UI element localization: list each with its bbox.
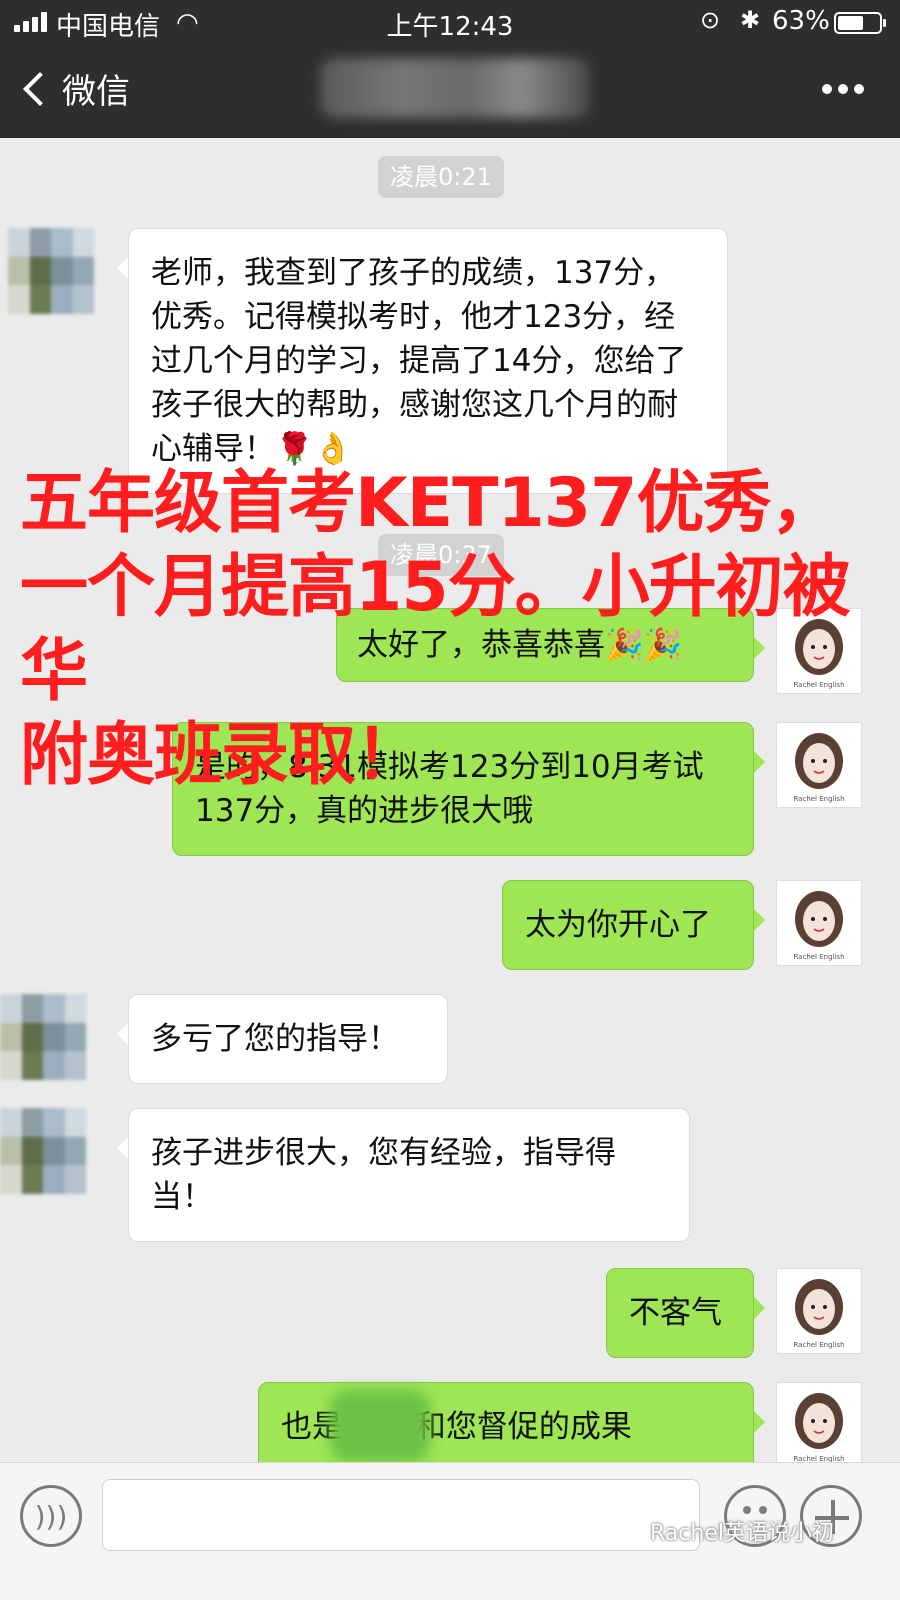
avatar[interactable] [0, 1108, 86, 1194]
nav-bar: 微信 [0, 44, 900, 138]
avatar[interactable] [0, 994, 86, 1080]
watermark: Rachel英语说小初 [650, 1521, 834, 1546]
bluetooth-icon: ✱ [740, 6, 761, 34]
teacher-avatar[interactable]: Rachel English [776, 1382, 862, 1468]
battery-icon [834, 12, 886, 34]
chat-title-blurred [320, 58, 590, 118]
message-bubble[interactable]: 太为你开心了 [502, 880, 765, 970]
status-time: 上午12:43 [386, 12, 514, 42]
teacher-avatar[interactable]: Rachel English [776, 880, 862, 966]
status-bar: 中国电信 ◠ 上午12:43 ⊙ ✱ 63% [0, 0, 900, 44]
message-bubble[interactable]: 不客气 [606, 1268, 765, 1358]
message-input[interactable] [102, 1479, 700, 1551]
avatar[interactable] [8, 228, 94, 314]
message-bubble[interactable]: 多亏了您的指导！ [117, 994, 448, 1084]
battery-percent: 63% [772, 6, 830, 36]
chevron-left-icon [23, 71, 57, 106]
message-bubble[interactable]: 孩子进步很大，您有经验，指导得当！ [117, 1108, 690, 1242]
more-icon[interactable] [822, 84, 864, 94]
overlay-caption: 五年级首考KET137优秀， 一个月提高15分。小升初被华 附奥班录取！ [20, 464, 851, 795]
back-label: 微信 [62, 72, 130, 112]
timestamp: 凌晨0:21 [378, 156, 504, 198]
orientation-lock-icon: ⊙ [700, 6, 721, 34]
back-button[interactable]: 微信 [18, 64, 130, 113]
message-bubble[interactable]: 老师，我查到了孩子的成绩，137分，优秀。记得模拟考时，他才123分，经过几个月… [117, 228, 728, 494]
svg-text:Rachel English: Rachel English [793, 953, 844, 961]
top-bar: 中国电信 ◠ 上午12:43 ⊙ ✱ 63% 微信 [0, 0, 900, 138]
svg-text:Rachel English: Rachel English [793, 1341, 844, 1349]
teacher-avatar[interactable]: Rachel English [776, 1268, 862, 1354]
voice-icon[interactable]: ))) [20, 1485, 82, 1547]
blur-redaction [330, 1390, 430, 1462]
